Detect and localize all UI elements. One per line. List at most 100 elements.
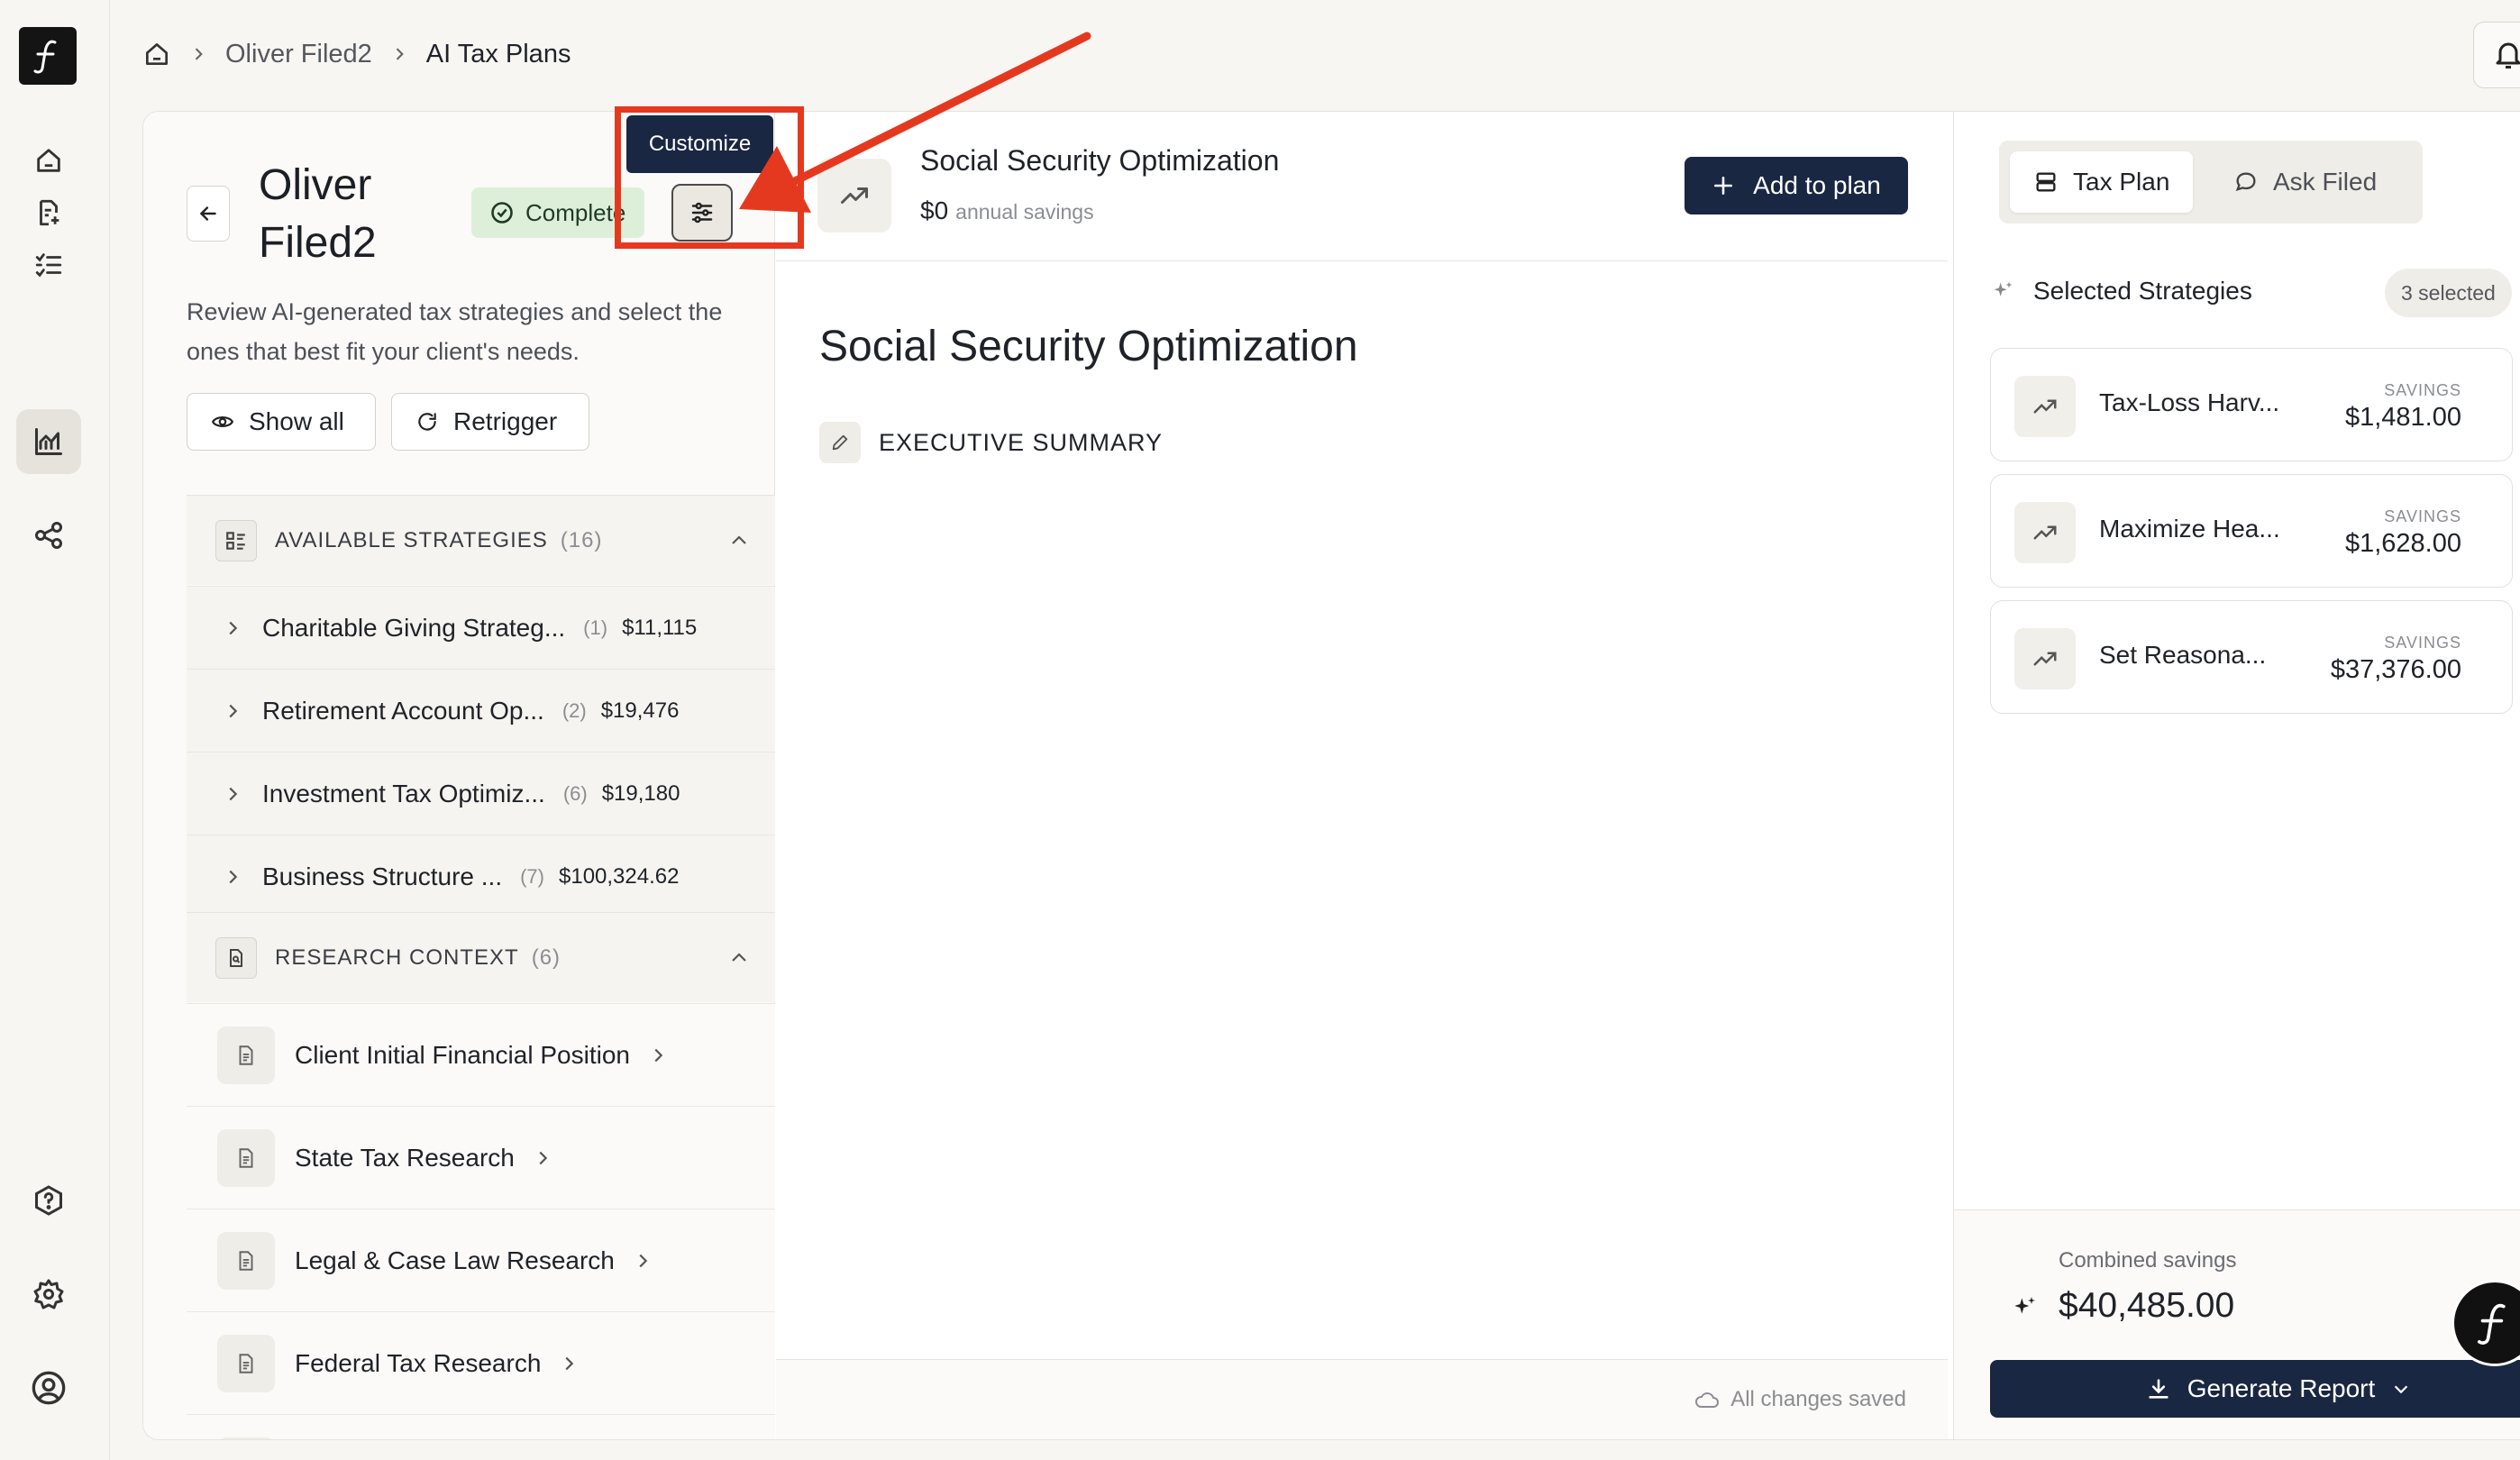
download-icon	[2149, 1379, 2168, 1399]
list-icon	[215, 519, 257, 561]
document-icon	[217, 1026, 275, 1084]
selected-strategy-card[interactable]: Maximize Hea... SAVINGS $1,628.00	[1990, 474, 2513, 588]
research-item[interactable]	[187, 1414, 775, 1439]
document-icon	[217, 1334, 275, 1392]
selected-strategies-title: Selected Strategies	[2033, 277, 2252, 305]
trending-up-icon	[2014, 502, 2076, 563]
checklist-icon[interactable]	[16, 233, 81, 297]
share-icon[interactable]	[16, 503, 81, 568]
available-strategies-count: (16)	[560, 527, 603, 552]
research-item[interactable]: Federal Tax Research	[187, 1311, 775, 1414]
strategy-count: (7)	[520, 864, 544, 888]
strategy-name: Retirement Account Op...	[262, 696, 544, 725]
tab-tax-plan[interactable]: Tax Plan	[2010, 151, 2194, 213]
strategy-row[interactable]: Charitable Giving Strateg... (1) $11,115	[187, 586, 775, 669]
tab-ask-filed[interactable]: Ask Filed	[2210, 151, 2400, 213]
strategy-count: (6)	[562, 781, 588, 805]
available-strategies-header[interactable]: AVAILABLE STRATEGIES (16)	[187, 495, 775, 585]
strategy-row[interactable]: Investment Tax Optimiz... (6) $19,180	[187, 752, 775, 835]
server-icon	[2036, 172, 2056, 192]
chevron-right-icon	[565, 1356, 574, 1370]
combined-savings-section: Combined savings $40,485.00 Generate Rep…	[1954, 1209, 2520, 1439]
sparkles-icon	[2014, 1297, 2035, 1314]
retrigger-label: Retrigger	[453, 407, 558, 435]
help-icon[interactable]	[16, 1168, 81, 1233]
chat-icon	[2235, 172, 2256, 191]
generate-report-button[interactable]: Generate Report	[1990, 1360, 2520, 1418]
research-context-count: (6)	[531, 944, 562, 970]
research-context-header[interactable]: RESEARCH CONTEXT (6)	[187, 912, 775, 1002]
save-status: All changes saved	[1694, 1387, 1906, 1412]
pencil-icon[interactable]	[819, 422, 861, 463]
tax-plan-panel: Tax Plan Ask Filed Selected Strategies 3…	[1953, 112, 2520, 1439]
combined-savings-label: Combined savings	[2059, 1248, 2237, 1273]
selected-strategy-name: Tax-Loss Harv...	[2099, 388, 2280, 416]
combined-savings-value: $40,485.00	[2059, 1286, 2235, 1325]
research-item-label: Client Initial Financial Position	[295, 1040, 630, 1069]
strategy-row[interactable]: Business Structure ... (7) $100,324.62	[187, 835, 775, 917]
breadcrumb-client[interactable]: Oliver Filed2	[225, 40, 372, 69]
settings-icon[interactable]	[16, 1262, 81, 1327]
savings-label: SAVINGS	[2384, 507, 2461, 525]
chart-icon[interactable]	[16, 409, 81, 474]
selected-strategy-card[interactable]: Set Reasona... SAVINGS $37,376.00	[1990, 600, 2513, 714]
research-item-label: Legal & Case Law Research	[295, 1246, 615, 1274]
profile-icon[interactable]	[16, 1355, 81, 1420]
plus-icon	[1714, 177, 1733, 195]
savings-label: SAVINGS	[2384, 634, 2461, 652]
check-circle-icon	[491, 202, 513, 224]
back-button[interactable]	[187, 186, 230, 242]
arrow-left-icon	[199, 206, 216, 221]
strategies-panel: Oliver Filed2 Complete Customize Review …	[143, 112, 775, 1439]
strategy-count: (2)	[562, 698, 587, 722]
tab-ask-filed-label: Ask Filed	[2273, 168, 2378, 196]
main-card: Oliver Filed2 Complete Customize Review …	[142, 111, 2520, 1440]
strategy-row[interactable]: Retirement Account Op... (2) $19,476	[187, 669, 775, 752]
chevron-right-icon	[639, 1254, 648, 1267]
show-all-button[interactable]: Show all	[187, 393, 376, 451]
logo-icon[interactable]	[19, 27, 77, 85]
strategy-name: Business Structure ...	[262, 862, 503, 890]
strategy-count: (1)	[583, 616, 608, 639]
research-item-label: State Tax Research	[295, 1143, 515, 1172]
retrigger-button[interactable]: Retrigger	[391, 393, 589, 451]
cloud-icon	[1695, 1392, 1720, 1408]
selected-strategy-card[interactable]: Tax-Loss Harv... SAVINGS $1,481.00	[1990, 348, 2513, 461]
trending-up-icon	[2014, 376, 2076, 437]
available-strategies-title: AVAILABLE STRATEGIES	[275, 527, 548, 552]
research-item-label: Federal Tax Research	[295, 1348, 542, 1377]
strategy-amount: $100,324.62	[559, 863, 680, 889]
document-icon	[217, 1437, 275, 1439]
selected-strategy-savings: $1,481.00	[2344, 403, 2461, 432]
notifications-button[interactable]	[2473, 22, 2520, 88]
breadcrumb: Oliver Filed2 AI Tax Plans	[142, 34, 571, 74]
document-search-icon	[215, 936, 257, 979]
savings-label: SAVINGS	[2384, 381, 2461, 399]
generate-report-label: Generate Report	[2187, 1374, 2376, 1402]
left-rail	[0, 0, 110, 1460]
home-icon[interactable]	[142, 40, 171, 68]
research-context-title: RESEARCH CONTEXT	[275, 944, 519, 970]
add-to-plan-label: Add to plan	[1753, 171, 1881, 199]
annotation-arrow	[739, 32, 1091, 213]
research-item[interactable]: Client Initial Financial Position	[187, 1003, 775, 1106]
strategy-name: Charitable Giving Strateg...	[262, 613, 566, 642]
panel-description: Review AI-generated tax strategies and s…	[187, 298, 723, 365]
chevron-down-icon	[2395, 1385, 2408, 1394]
research-item[interactable]: State Tax Research	[187, 1106, 775, 1209]
selected-strategy-savings: $37,376.00	[2330, 655, 2461, 684]
chevron-right-icon	[654, 1048, 663, 1062]
tab-tax-plan-label: Tax Plan	[2073, 168, 2170, 196]
strategy-name: Investment Tax Optimiz...	[262, 779, 545, 808]
eye-icon	[211, 416, 234, 427]
chevron-right-icon	[229, 870, 238, 883]
strategy-amount: $19,476	[600, 698, 680, 723]
add-to-plan-button[interactable]: Add to plan	[1685, 157, 1908, 214]
selected-strategies-heading: Selected Strategies	[1990, 277, 2252, 306]
executive-summary-heading: EXECUTIVE SUMMARY	[819, 422, 1163, 463]
research-item[interactable]: Legal & Case Law Research	[187, 1209, 775, 1311]
save-status-label: All changes saved	[1730, 1387, 1906, 1411]
chevron-right-icon	[229, 704, 238, 717]
bell-icon	[2496, 42, 2520, 68]
show-all-label: Show all	[249, 407, 344, 435]
